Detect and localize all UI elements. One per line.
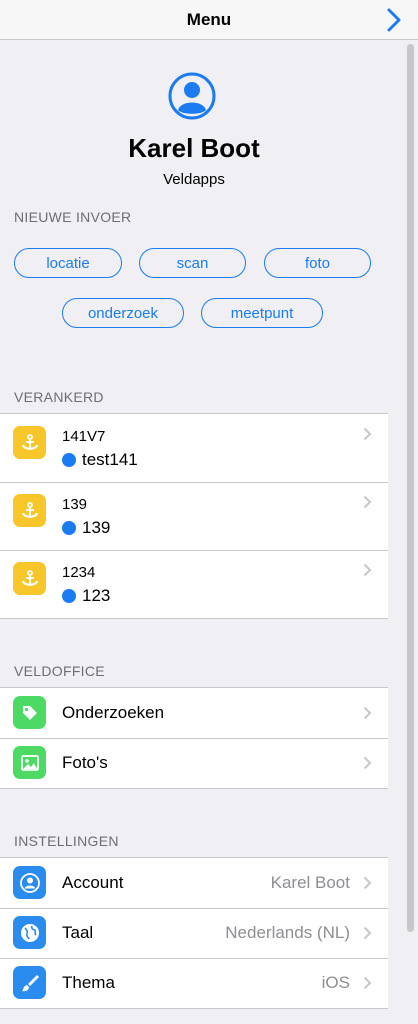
- anchored-item-name: 139: [82, 518, 111, 537]
- anchor-icon: [13, 494, 46, 527]
- anchored-item[interactable]: 1234 123: [0, 550, 388, 618]
- menu-item-label: Foto's: [62, 753, 108, 772]
- anchor-icon: [13, 426, 46, 459]
- profile-organization: Veldapps: [163, 171, 225, 188]
- photo-icon: [13, 746, 46, 779]
- globe-icon: [13, 916, 46, 949]
- disclosure-chevron-icon: [363, 756, 372, 770]
- anchored-item-name: 123: [82, 586, 111, 605]
- anchored-item-name-row: test141: [62, 450, 138, 470]
- photo-button[interactable]: foto: [264, 248, 371, 278]
- section-header-anchored: VERANKERD: [14, 389, 104, 405]
- anchored-item[interactable]: 139 139: [0, 482, 388, 550]
- settings-item-value: iOS: [321, 973, 350, 992]
- disclosure-chevron-icon: [363, 926, 372, 940]
- settings-item-value: Nederlands (NL): [225, 923, 350, 942]
- section-header-veldoffice: VELDOFFICE: [14, 663, 105, 679]
- chevron-right-icon[interactable]: [382, 7, 404, 33]
- settings-item-label: Taal: [62, 923, 94, 942]
- person-circle-icon: [168, 72, 216, 120]
- settings-item-account[interactable]: Account Karel Boot: [0, 858, 388, 908]
- new-entry-buttons: locatie scan foto onderzoek meetpunt: [0, 233, 388, 383]
- disclosure-chevron-icon: [363, 976, 372, 990]
- person-icon: [13, 866, 46, 899]
- section-header-settings: INSTELLINGEN: [14, 833, 119, 849]
- section-header-new-entry: NIEUWE INVOER: [14, 209, 132, 225]
- settings-item-value: Karel Boot: [270, 873, 350, 892]
- anchored-item-name-row: 123: [62, 586, 110, 606]
- measure-point-button[interactable]: meetpunt: [201, 298, 323, 328]
- anchored-item[interactable]: 141V7 test141: [0, 414, 388, 482]
- disclosure-chevron-icon: [363, 427, 372, 441]
- location-button[interactable]: locatie: [14, 248, 122, 278]
- profile-header: Karel Boot Veldapps: [0, 41, 388, 201]
- disclosure-chevron-icon: [363, 495, 372, 509]
- menu-content: Karel Boot Veldapps NIEUWE INVOER locati…: [0, 41, 388, 1009]
- survey-button[interactable]: onderzoek: [62, 298, 184, 328]
- settings-item-language[interactable]: Taal Nederlands (NL): [0, 908, 388, 958]
- navigation-bar: Menu: [0, 0, 418, 40]
- disclosure-chevron-icon: [363, 706, 372, 720]
- scan-button[interactable]: scan: [139, 248, 246, 278]
- scrollbar[interactable]: [407, 44, 414, 932]
- disclosure-chevron-icon: [363, 876, 372, 890]
- profile-name: Karel Boot: [128, 133, 260, 163]
- status-dot: [62, 589, 76, 603]
- menu-item-label: Onderzoeken: [62, 703, 165, 722]
- disclosure-chevron-icon: [363, 563, 372, 577]
- veldoffice-list: Onderzoeken Foto's: [0, 687, 388, 789]
- anchor-icon: [13, 562, 46, 595]
- settings-item-theme[interactable]: Thema iOS: [0, 958, 388, 1008]
- brush-icon: [13, 966, 46, 999]
- settings-item-label: Account: [62, 873, 124, 892]
- page-title: Menu: [186, 9, 232, 29]
- menu-item-photos[interactable]: Foto's: [0, 738, 388, 788]
- settings-item-label: Thema: [62, 973, 115, 992]
- status-dot: [62, 453, 76, 467]
- status-dot: [62, 521, 76, 535]
- anchored-list: 141V7 test141 139 139 1234 123: [0, 413, 388, 619]
- settings-list: Account Karel Boot Taal Nederlands (NL) …: [0, 857, 388, 1009]
- menu-item-surveys[interactable]: Onderzoeken: [0, 688, 388, 738]
- anchored-item-name: test141: [82, 450, 138, 469]
- anchored-item-code: 1234: [62, 564, 96, 581]
- anchored-item-code: 139: [62, 496, 88, 513]
- anchored-item-name-row: 139: [62, 518, 110, 538]
- anchored-item-code: 141V7: [62, 428, 106, 445]
- tag-icon: [13, 696, 46, 729]
